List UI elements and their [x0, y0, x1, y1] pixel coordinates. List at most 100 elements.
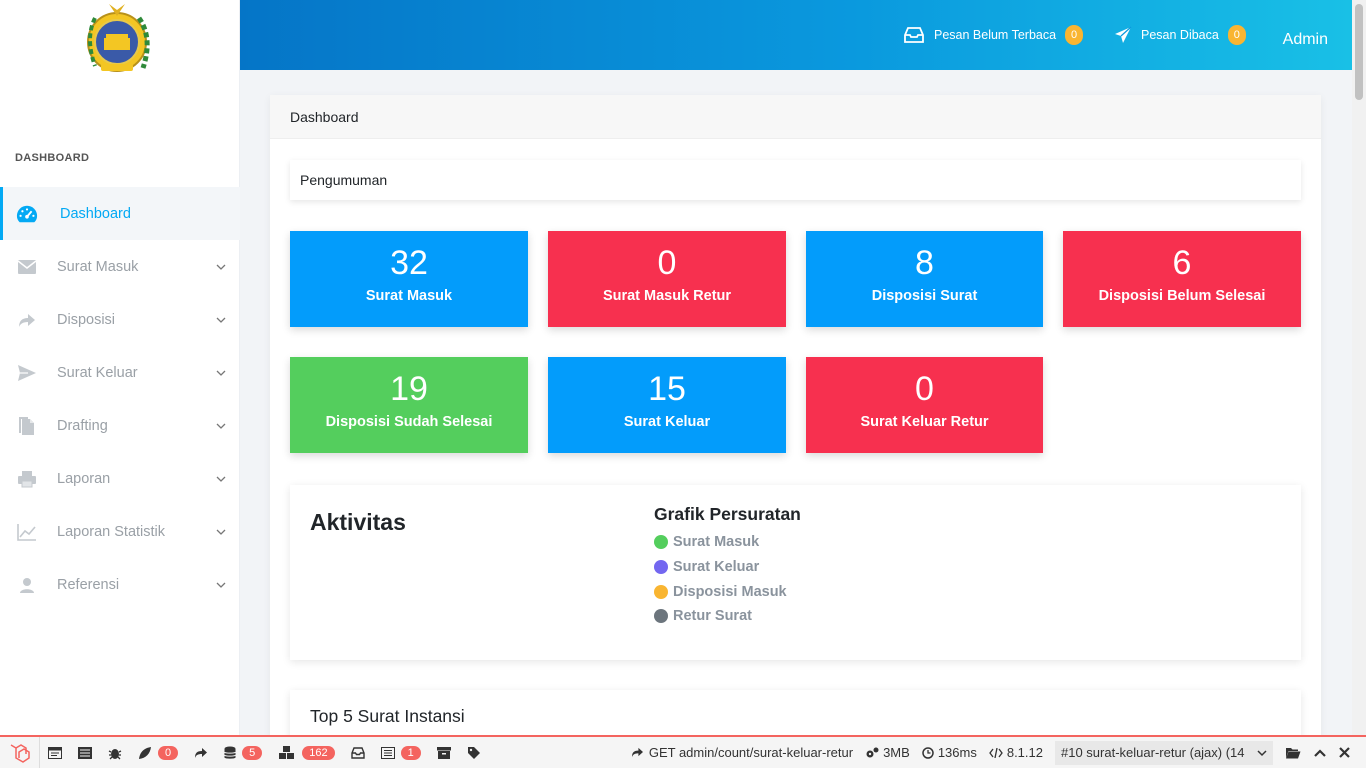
open-folder-button[interactable] [1279, 737, 1307, 768]
debug-badge: 1 [400, 745, 421, 760]
stat-value: 19 [390, 370, 428, 408]
stat-value: 8 [915, 244, 934, 282]
debug-tab-queries[interactable]: 5 [216, 737, 270, 768]
sidebar-section-label: DASHBOARD [15, 152, 90, 164]
topbar: Pesan Belum Terbaca 0 Pesan Dibaca 0 Adm… [240, 0, 1352, 70]
sidebar-item-surat-keluar[interactable]: Surat Keluar [0, 346, 240, 399]
cogs-icon [866, 747, 879, 757]
debug-tab-mails[interactable] [343, 737, 373, 768]
page-scrollbar[interactable] [1352, 0, 1366, 735]
chevron-down-icon [216, 529, 226, 535]
memory-value: 3MB [883, 745, 910, 760]
stat-value: 6 [1172, 244, 1192, 282]
request-select-wrap: #10 surat-keluar-retur (ajax) (14 [1049, 737, 1279, 768]
activity-title: Aktivitas [310, 509, 406, 535]
database-icon [224, 746, 237, 759]
scrollbar-thumb[interactable] [1355, 4, 1363, 100]
stat-label: Surat Keluar Retur [860, 414, 989, 430]
debug-tab-gate[interactable]: 1 [373, 737, 429, 768]
debug-tab-route[interactable] [186, 737, 216, 768]
leaf-icon [139, 746, 151, 759]
version-info: 8.1.12 [983, 737, 1049, 768]
list-icon [380, 746, 395, 759]
sidebar-item-label: Laporan [57, 470, 111, 487]
sidebar-item-dashboard[interactable]: Dashboard [0, 187, 240, 240]
speedometer-icon [16, 203, 38, 225]
maximize-button[interactable] [1307, 737, 1333, 768]
folder-open-icon [1286, 747, 1301, 758]
stat-card-surat-masuk-retur[interactable]: 0 Surat Masuk Retur [548, 231, 786, 327]
laravel-logo-icon[interactable] [0, 737, 40, 768]
stat-card-disposisi-belum-selesai[interactable]: 6 Disposisi Belum Selesai [1063, 231, 1301, 327]
page-title: Dashboard [270, 95, 1321, 139]
close-button[interactable] [1333, 737, 1366, 768]
share-arrow-icon [195, 747, 208, 758]
legend-item-surat-masuk[interactable]: Surat Masuk [654, 530, 787, 555]
legend-dot [654, 535, 668, 550]
paper-plane-icon [1115, 26, 1132, 43]
share-arrow-icon [16, 309, 38, 331]
sidebar-item-label: Laporan Statistik [57, 523, 166, 540]
stat-label: Disposisi Surat [871, 288, 978, 304]
tags-icon [467, 746, 480, 759]
stat-card-surat-keluar[interactable]: 15 Surat Keluar [548, 357, 786, 453]
debug-tab-timeline[interactable] [70, 737, 100, 768]
legend-label: Disposisi Masuk [673, 583, 787, 600]
sidebar-item-disposisi[interactable]: Disposisi [0, 293, 240, 346]
stat-value: 15 [648, 370, 686, 408]
read-messages-button[interactable]: Pesan Dibaca 0 [1114, 0, 1246, 70]
share-arrow-icon [631, 747, 643, 758]
sidebar-item-label: Drafting [57, 417, 108, 434]
graph-legend: Surat Masuk Surat Keluar Disposisi Masuk… [654, 530, 787, 629]
stat-label: Disposisi Sudah Selesai [325, 414, 493, 430]
stat-card-surat-keluar-retur[interactable]: 0 Surat Keluar Retur [806, 357, 1043, 453]
request-select[interactable]: #10 surat-keluar-retur (ajax) (14 [1055, 740, 1273, 765]
debug-tab-session[interactable] [429, 737, 459, 768]
stat-label: Surat Keluar [623, 414, 711, 430]
emblem-logo-icon [86, 4, 150, 72]
chevron-up-icon [1314, 748, 1326, 757]
debug-badge: 162 [302, 745, 335, 760]
time-info: 136ms [916, 737, 983, 768]
debug-tab-messages[interactable] [40, 737, 70, 768]
list-icon [78, 746, 92, 759]
legend-label: Surat Masuk [673, 534, 760, 551]
legend-label: Surat Keluar [673, 559, 760, 576]
debug-tab-exceptions[interactable] [100, 737, 130, 768]
sidebar: DASHBOARD Dashboard Surat Masuk Disposis… [0, 0, 240, 735]
stat-card-surat-masuk[interactable]: 32 Surat Masuk [290, 231, 528, 327]
unread-messages-button[interactable]: Pesan Belum Terbaca 0 [904, 0, 1084, 70]
close-icon [1339, 747, 1350, 758]
terminal-icon [48, 746, 62, 759]
request-info: GET admin/count/surat-keluar-retur [625, 737, 859, 768]
sidebar-item-laporan[interactable]: Laporan [0, 452, 240, 505]
user-icon [16, 574, 38, 596]
document-icon [16, 415, 38, 437]
stat-value: 0 [657, 244, 677, 282]
chevron-down-icon [216, 423, 226, 429]
sidebar-item-surat-masuk[interactable]: Surat Masuk [0, 240, 240, 293]
stat-card-disposisi-surat[interactable]: 8 Disposisi Surat [806, 231, 1043, 327]
memory-info: 3MB [859, 737, 916, 768]
user-menu[interactable]: Admin [1283, 0, 1328, 80]
archive-icon [436, 746, 451, 759]
debug-tab-views[interactable]: 0 [130, 737, 186, 768]
cubes-icon [279, 745, 295, 759]
legend-item-disposisi-masuk[interactable]: Disposisi Masuk [654, 579, 787, 604]
legend-item-surat-keluar[interactable]: Surat Keluar [654, 555, 787, 580]
time-value: 136ms [937, 745, 977, 760]
legend-dot [654, 584, 668, 599]
debug-tab-request[interactable] [459, 737, 490, 768]
request-route: GET admin/count/surat-keluar-retur [648, 745, 854, 760]
sidebar-item-laporan-statistik[interactable]: Laporan Statistik [0, 505, 240, 558]
line-chart-icon [16, 521, 38, 543]
stat-card-disposisi-sudah-selesai[interactable]: 19 Disposisi Sudah Selesai [290, 357, 528, 453]
debug-tab-models[interactable]: 162 [270, 737, 342, 768]
stat-value: 32 [390, 244, 428, 282]
legend-label: Retur Surat [673, 608, 752, 625]
top5-title: Top 5 Surat Instansi [310, 706, 465, 726]
sidebar-item-drafting[interactable]: Drafting [0, 399, 240, 452]
legend-item-retur-surat[interactable]: Retur Surat [654, 604, 787, 629]
sidebar-item-referensi[interactable]: Referensi [0, 558, 240, 611]
logo[interactable] [0, 0, 239, 90]
